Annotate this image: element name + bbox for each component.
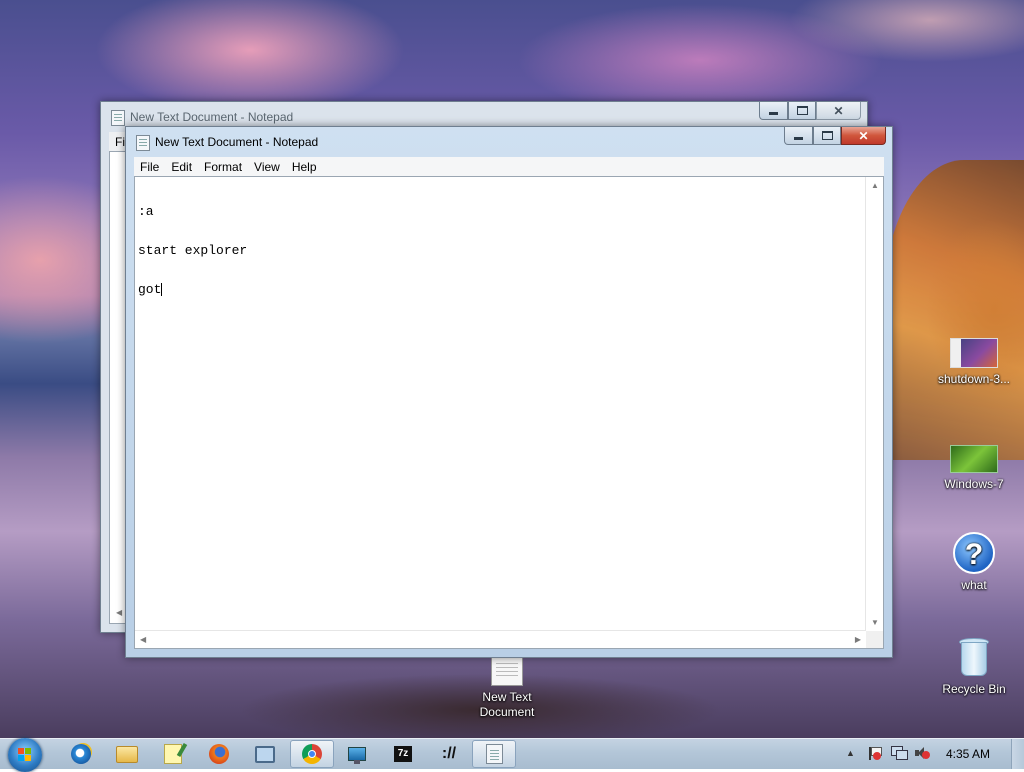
notepad-pencil-icon (164, 742, 188, 764)
shell-icon: :// (441, 745, 457, 762)
7zip-icon: 7z (394, 746, 412, 762)
desktop-icon-what[interactable]: ? what (930, 532, 1018, 593)
chrome-icon (302, 744, 322, 764)
taskbar: 7z :// ▲ 4:35 AM (0, 738, 1024, 772)
desktop-icon-new-text-document[interactable]: New Text Document (463, 656, 551, 720)
taskbar-app-explorer[interactable] (106, 740, 148, 768)
desktop-icon-recycle-bin[interactable]: Recycle Bin (930, 638, 1018, 697)
scroll-left-icon[interactable]: ◀ (116, 608, 122, 617)
vertical-scrollbar[interactable]: ▲ ▼ (865, 177, 883, 631)
text-editor[interactable]: :a start explorer got ▲ ▼ ◀ ▶ (134, 176, 884, 649)
text-line-current: got (138, 282, 162, 297)
menu-bar: File Edit Format View Help (134, 157, 884, 176)
notepad-icon (136, 135, 150, 151)
monitor-icon (348, 747, 366, 764)
desktop-icon-label-line2: Document (479, 705, 535, 719)
windows-flag-icon (18, 748, 32, 762)
text-line: got (138, 283, 864, 296)
desktop-icon-shutdown[interactable]: shutdown-3... (930, 338, 1018, 387)
recycle-bin-icon (959, 638, 989, 678)
network-icon (255, 745, 275, 763)
text-caret (161, 283, 163, 296)
notepad-window[interactable]: New Text Document - Notepad ✕ File Edit … (125, 126, 893, 658)
scroll-right-icon[interactable]: ▶ (855, 635, 861, 644)
text-document-icon (491, 656, 523, 686)
text-line: :a (138, 204, 154, 219)
menu-edit[interactable]: Edit (165, 160, 198, 174)
notepad-icon (485, 744, 503, 764)
taskbar-clock[interactable]: 4:35 AM (946, 747, 990, 761)
text-line: start explorer (138, 243, 248, 258)
scroll-left-icon[interactable]: ◀ (140, 635, 146, 644)
taskbar-app-notepad[interactable] (472, 740, 516, 768)
scrollbar-corner (866, 631, 883, 648)
shortcut-image-icon (950, 338, 998, 368)
menu-view[interactable]: View (248, 160, 286, 174)
ie-icon (71, 744, 91, 764)
scroll-up-icon[interactable]: ▲ (871, 181, 879, 190)
desktop-icon-label: what (961, 578, 987, 592)
minimize-button[interactable] (784, 127, 813, 145)
taskbar-app-firefox[interactable] (198, 740, 240, 768)
start-button[interactable] (8, 738, 42, 772)
desktop-icon-windows7[interactable]: Windows-7 (930, 445, 1018, 492)
help-question-icon: ? (953, 532, 995, 574)
desktop: shutdown-3... Windows-7 ? what Recycle B… (0, 0, 1024, 738)
desktop-icon-label-line1: New Text (482, 690, 532, 704)
minimize-button[interactable] (759, 102, 788, 120)
volume-muted-icon[interactable] (915, 746, 931, 760)
menu-file[interactable]: File (134, 160, 165, 174)
desktop-icon-label: Windows-7 (944, 477, 1004, 491)
show-desktop-button[interactable] (1011, 739, 1024, 769)
horizontal-scrollbar[interactable]: ◀ ▶ (135, 630, 866, 648)
action-center-flag-icon[interactable] (867, 746, 882, 760)
menu-format[interactable]: Format (198, 160, 248, 174)
close-icon: ✕ (858, 128, 869, 143)
window-title: New Text Document - Notepad (130, 110, 294, 124)
tray-expand-icon[interactable]: ▲ (846, 748, 855, 758)
maximize-icon (822, 131, 833, 140)
taskbar-app-remote-desktop[interactable] (336, 740, 378, 768)
taskbar-app-7zip[interactable]: 7z (382, 740, 424, 768)
windows7-image-icon (950, 445, 998, 473)
window-title: New Text Document - Notepad (155, 135, 319, 149)
maximize-button[interactable] (813, 127, 841, 145)
minimize-icon (794, 137, 803, 140)
maximize-button[interactable] (788, 102, 816, 120)
taskbar-app-notes[interactable] (152, 740, 194, 768)
desktop-icon-label: Recycle Bin (942, 682, 1006, 696)
close-button[interactable]: ✕ (841, 127, 886, 145)
scroll-down-icon[interactable]: ▼ (871, 618, 879, 627)
desktop-icon-label: shutdown-3... (937, 372, 1011, 386)
minimize-icon (769, 112, 778, 115)
taskbar-app-network[interactable] (244, 740, 286, 768)
folder-icon (116, 745, 138, 763)
notepad-icon (111, 110, 125, 126)
network-status-icon[interactable] (891, 746, 908, 760)
firefox-icon (209, 744, 229, 764)
close-button[interactable]: ✕ (816, 102, 861, 120)
maximize-icon (797, 106, 808, 115)
taskbar-app-ie[interactable] (60, 740, 102, 768)
menu-help[interactable]: Help (286, 160, 323, 174)
title-bar[interactable]: New Text Document - Notepad ✕ (126, 127, 892, 157)
text-content[interactable]: :a start explorer got (137, 179, 865, 630)
close-icon: ✕ (833, 103, 844, 118)
taskbar-app-shell[interactable]: :// (428, 740, 470, 768)
taskbar-app-chrome[interactable] (290, 740, 334, 768)
desktop-wallpaper-rocks (884, 160, 1024, 460)
